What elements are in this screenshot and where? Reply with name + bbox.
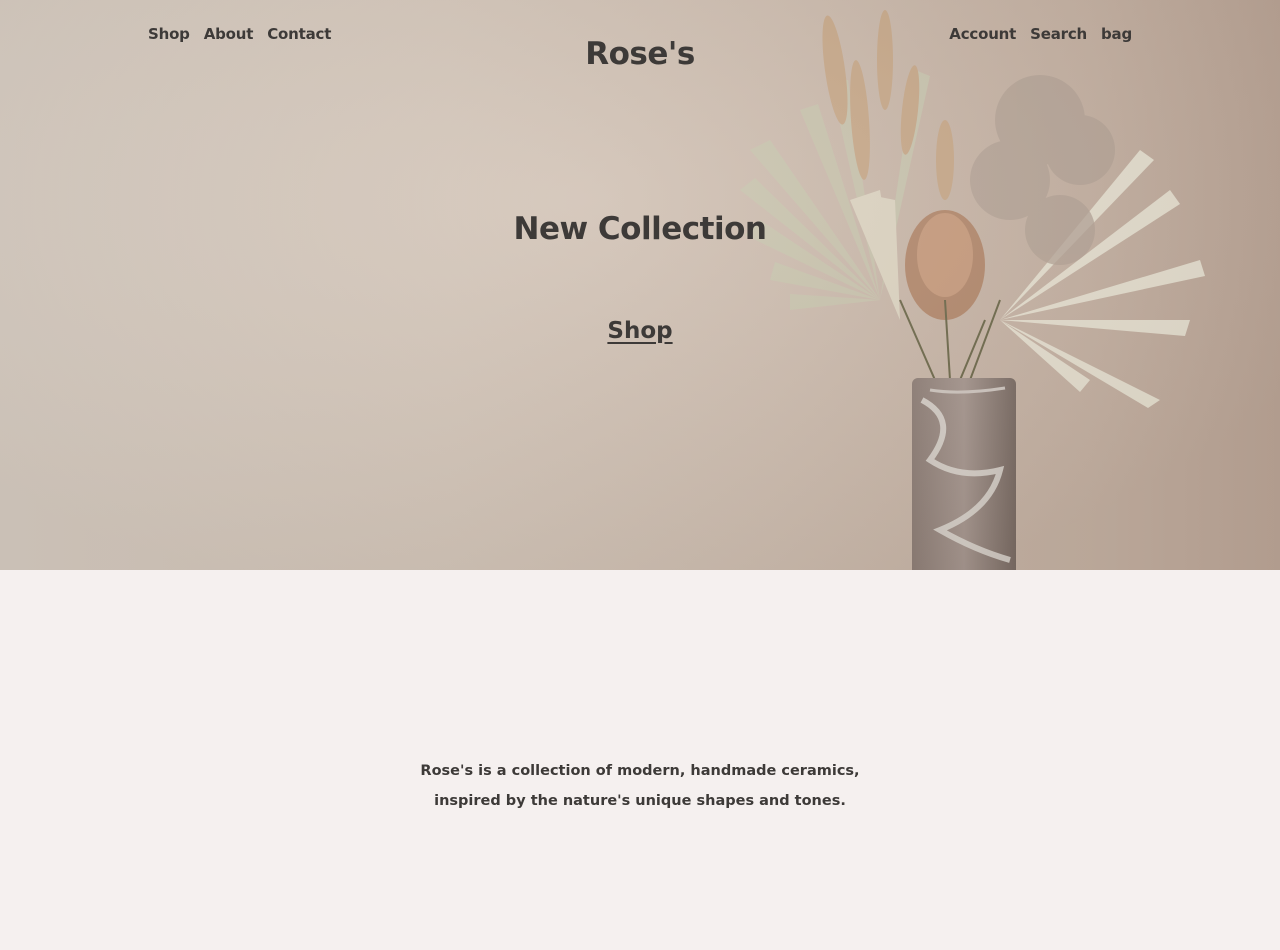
search-link[interactable]: Search xyxy=(1030,25,1087,43)
about-section: Rose's is a collection of modern, handma… xyxy=(0,570,1280,950)
bag-link[interactable]: bag xyxy=(1101,25,1132,43)
hero-cta: Shop xyxy=(0,318,1280,344)
hero-bouquet-image xyxy=(740,10,1205,570)
shop-cta-link[interactable]: Shop xyxy=(607,318,672,344)
hero-banner: Shop About Contact Rose's Account Search… xyxy=(0,0,1280,570)
hero-headline: New Collection xyxy=(513,211,767,247)
utility-nav: Account Search bag xyxy=(949,25,1132,43)
account-link[interactable]: Account xyxy=(949,25,1016,43)
about-text: Rose's is a collection of modern, handma… xyxy=(420,763,860,809)
